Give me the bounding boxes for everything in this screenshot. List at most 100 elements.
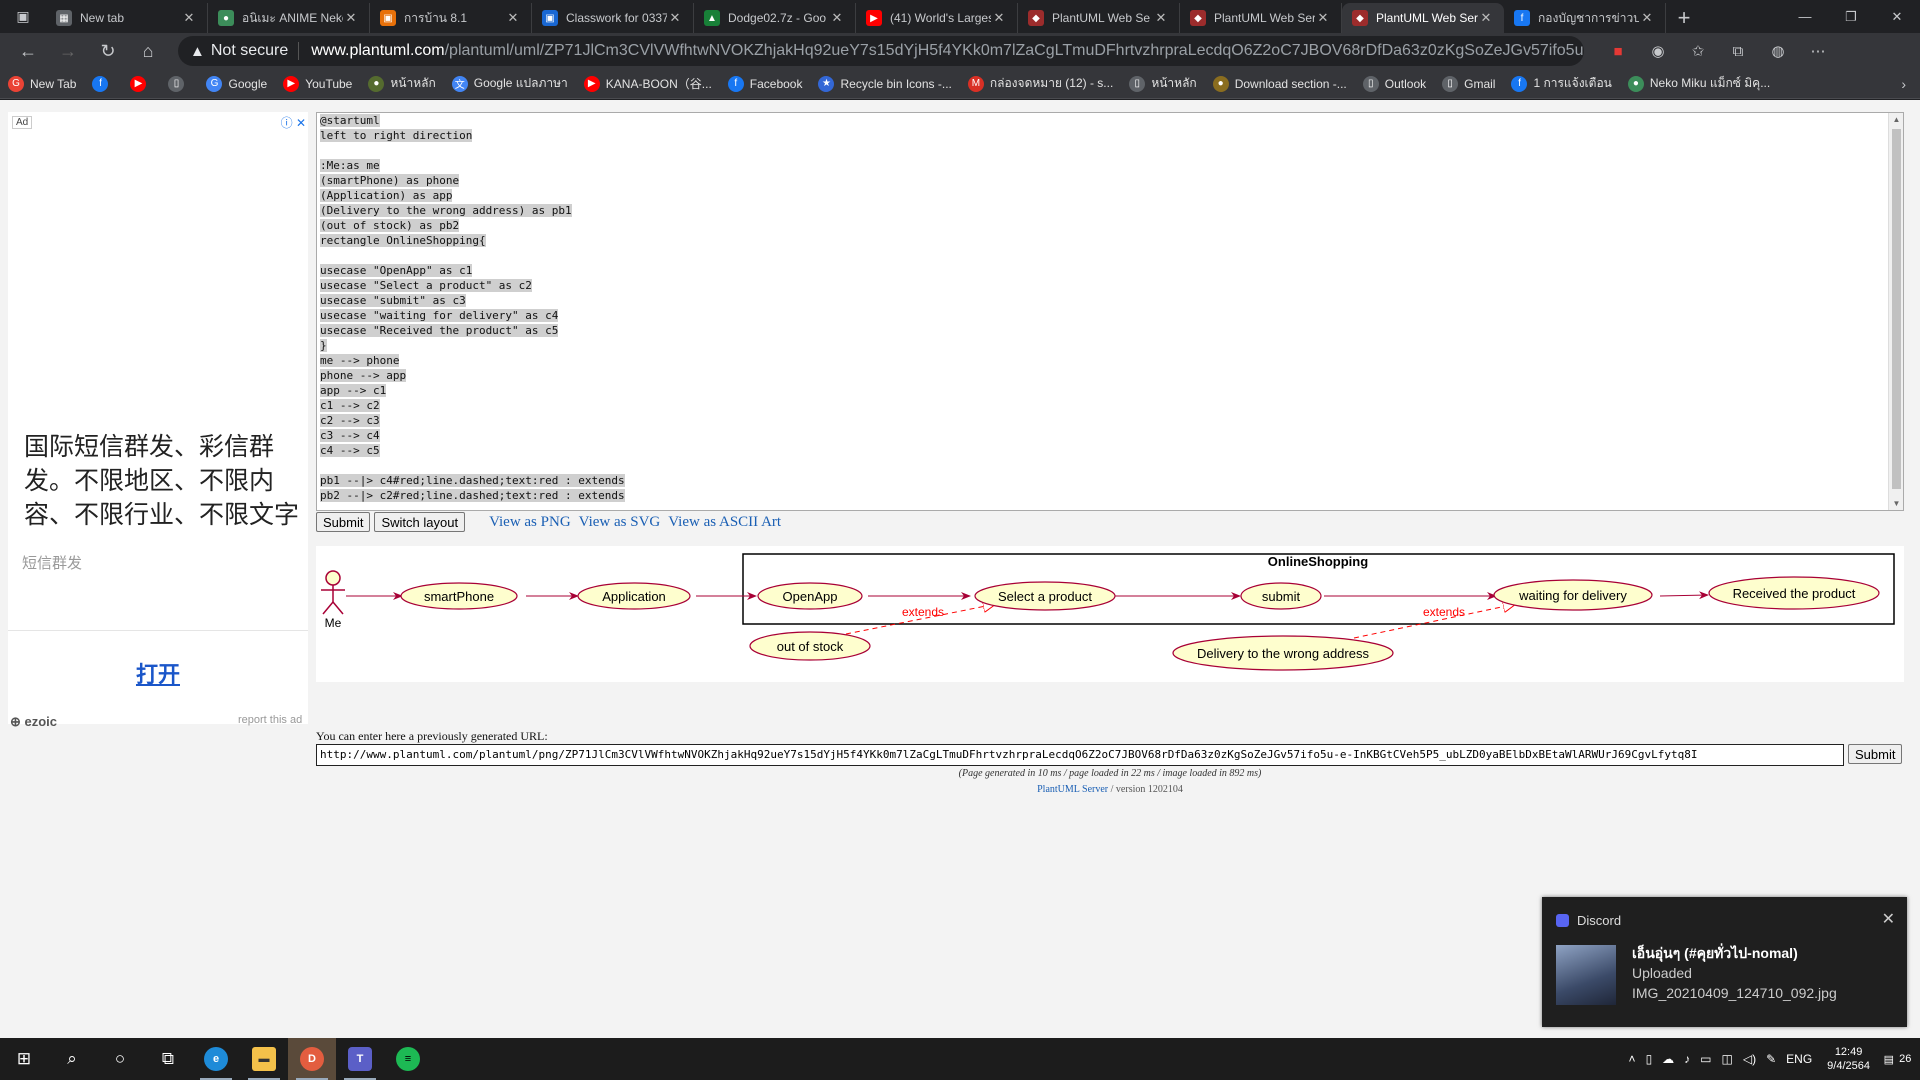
bookmark-item[interactable]: G Google xyxy=(206,75,267,92)
tab[interactable]: ▣ Classwork for 0337 ✕ xyxy=(532,3,694,33)
collections-icon[interactable]: ⧉ xyxy=(1718,42,1758,60)
profile-avatar[interactable]: ◍ xyxy=(1758,42,1798,60)
camera-icon[interactable]: ◉ xyxy=(1638,42,1678,60)
tab[interactable]: f กองบัญชาการข่าวปล ✕ xyxy=(1504,3,1666,33)
switch-layout-button[interactable]: Switch layout xyxy=(374,512,466,532)
new-tab-button[interactable]: + xyxy=(1666,3,1702,33)
plantuml-source-textarea[interactable]: @startuml left to right direction :Me:as … xyxy=(316,112,1904,511)
tab[interactable]: ● อนิเมะ ANIME Neko ✕ xyxy=(208,3,370,33)
chevron-right-icon[interactable]: › xyxy=(1901,76,1906,92)
bookmark-item[interactable]: ▶ KANA-BOON（谷... xyxy=(583,75,712,92)
tab-close-icon[interactable]: ✕ xyxy=(505,10,521,26)
teams-icon[interactable]: T xyxy=(336,1038,384,1080)
tab-close-icon[interactable]: ✕ xyxy=(829,10,845,26)
ad-close-icon[interactable]: ⓘ ✕ xyxy=(281,114,306,131)
language-indicator[interactable]: ENG xyxy=(1786,1052,1812,1066)
favorites-icon[interactable]: ✩ xyxy=(1678,42,1718,60)
search-icon[interactable]: ⌕ xyxy=(48,1038,96,1080)
more-menu-icon[interactable]: ⋯ xyxy=(1798,42,1838,60)
pen-icon[interactable]: ✎ xyxy=(1766,1052,1776,1066)
minimize-icon[interactable]: — xyxy=(1782,0,1828,33)
back-icon[interactable]: ← xyxy=(8,33,48,69)
edge-browser-icon[interactable]: e xyxy=(192,1038,240,1080)
view-ascii-link[interactable]: View as ASCII Art xyxy=(668,514,781,531)
submit-button[interactable]: Submit xyxy=(316,512,371,532)
task-view-icon[interactable]: ⧉ xyxy=(144,1038,192,1080)
tab[interactable]: ▶ (41) World's Larges ✕ xyxy=(856,3,1018,33)
tab-close-icon[interactable]: ✕ xyxy=(181,10,197,26)
scroll-down-icon[interactable]: ▼ xyxy=(1889,499,1903,508)
ad-open-button[interactable]: 打开 xyxy=(8,657,308,689)
home-icon[interactable]: ⌂ xyxy=(128,33,168,69)
onedrive-icon[interactable]: ☁ xyxy=(1662,1052,1674,1066)
tray-chevron-icon[interactable]: ˄ xyxy=(1629,1052,1636,1066)
advertisement[interactable]: Ad ⓘ ✕ 国际短信群发、彩信群发。不限地区、不限内容、不限行业、不限文字 短… xyxy=(8,112,308,724)
bookmark-item[interactable]: ▯ หน้าหลัก xyxy=(1129,74,1197,93)
bookmark-item[interactable]: ● Neko Miku แม็กซ์ มิคุ... xyxy=(1627,74,1770,93)
network-icon[interactable]: ◫ xyxy=(1722,1052,1733,1066)
bookmark-item[interactable]: ★ Recycle bin Icons -... xyxy=(818,75,952,92)
bookmark-item[interactable]: ● หน้าหลัก xyxy=(368,74,436,93)
tab-close-icon[interactable]: ✕ xyxy=(1153,10,1169,26)
previous-url-input[interactable]: http://www.plantuml.com/plantuml/png/ZP7… xyxy=(316,744,1844,766)
ezoic-logo[interactable]: ⊕ ezoic xyxy=(10,714,57,730)
tab-close-icon[interactable]: ✕ xyxy=(1478,10,1494,26)
view-png-link[interactable]: View as PNG xyxy=(489,514,571,531)
scrollbar-thumb[interactable] xyxy=(1892,129,1901,489)
bookmark-item[interactable]: f Facebook xyxy=(727,75,802,92)
tab-close-icon[interactable]: ✕ xyxy=(991,10,1007,26)
warning-icon[interactable]: ▲ xyxy=(190,43,205,60)
tab-close-icon[interactable]: ✕ xyxy=(343,10,359,26)
security-indicator[interactable]: Not secure xyxy=(211,42,300,60)
address-bar[interactable]: ▲ Not secure www.plantuml.com/plantuml/u… xyxy=(178,36,1584,66)
plantuml-server-link[interactable]: PlantUML Server xyxy=(1037,784,1108,795)
tab[interactable]: ◆ PlantUML Web Se ✕ xyxy=(1018,3,1180,33)
url-submit-button[interactable]: Submit xyxy=(1848,744,1903,764)
report-ad-link[interactable]: report this ad xyxy=(238,714,302,726)
editor-scrollbar[interactable]: ▲ ▼ xyxy=(1888,113,1903,510)
tab-actions-menu-icon[interactable]: ▣ xyxy=(0,0,46,33)
tab[interactable]: ◆ PlantUML Web Ser ✕ xyxy=(1342,3,1504,33)
bookmark-item[interactable]: ▶ YouTube xyxy=(283,75,352,92)
tab-close-icon[interactable]: ✕ xyxy=(1315,10,1331,26)
forward-icon[interactable]: → xyxy=(48,33,88,69)
bookmark-item[interactable]: G New Tab xyxy=(8,75,76,92)
file-explorer-icon[interactable]: ▬ xyxy=(240,1038,288,1080)
bookmark-item[interactable]: ● Download section -... xyxy=(1212,75,1347,92)
extension-icon[interactable]: ■ xyxy=(1598,42,1638,60)
bookmark-item[interactable]: ▯ Outlook xyxy=(1362,75,1426,92)
action-center-icon[interactable]: ▤ 26 xyxy=(1880,1038,1920,1080)
close-window-icon[interactable]: ✕ xyxy=(1874,0,1920,33)
bookmark-item[interactable]: f xyxy=(92,75,114,92)
notification-close-icon[interactable]: ✕ xyxy=(1882,909,1895,929)
spotify-icon[interactable]: ≡ xyxy=(384,1038,432,1080)
battery-icon[interactable]: ▭ xyxy=(1700,1052,1711,1066)
tab[interactable]: ▲ Dodge02.7z - Goo ✕ xyxy=(694,3,856,33)
bookmark-item[interactable]: M กล่องจดหมาย (12) - s... xyxy=(967,74,1113,93)
microphone-icon[interactable]: ♪ xyxy=(1684,1052,1690,1066)
discord-notification[interactable]: Discord ✕ เอ็นอุ่นๆ (#คุยทั่วไป-nomal) U… xyxy=(1542,897,1907,1027)
start-icon[interactable]: ⊞ xyxy=(0,1038,48,1080)
tab-close-icon[interactable]: ✕ xyxy=(667,10,683,26)
clock[interactable]: 12:49 9/4/2564 xyxy=(1827,1045,1870,1073)
tab[interactable]: ▦ New tab ✕ xyxy=(46,3,208,33)
notification-app: Discord xyxy=(1556,913,1621,928)
ad-subtitle[interactable]: 短信群发 xyxy=(22,552,82,573)
bookmark-item[interactable]: ▯ Gmail xyxy=(1442,75,1495,92)
tray-phone-icon[interactable]: ▯ xyxy=(1646,1052,1653,1066)
tab[interactable]: ◆ PlantUML Web Ser ✕ xyxy=(1180,3,1342,33)
bookmark-item[interactable]: ▶ xyxy=(130,75,152,92)
discord-taskbar-icon[interactable]: D xyxy=(288,1038,336,1080)
bookmark-item[interactable]: f 1 การแจ้งเตือน xyxy=(1511,74,1612,93)
reload-icon[interactable]: ↻ xyxy=(88,33,128,69)
volume-icon[interactable]: ◁) xyxy=(1743,1052,1756,1066)
tab[interactable]: ▣ การบ้าน 8.1 ✕ xyxy=(370,3,532,33)
view-svg-link[interactable]: View as SVG xyxy=(579,514,661,531)
scroll-up-icon[interactable]: ▲ xyxy=(1889,115,1903,124)
tab-close-icon[interactable]: ✕ xyxy=(1639,10,1655,26)
bookmark-item[interactable]: ▯ xyxy=(168,75,190,92)
bookmark-item[interactable]: 文 Google แปลภาษา xyxy=(451,74,568,93)
ad-text[interactable]: 国际短信群发、彩信群发。不限地区、不限内容、不限行业、不限文字 xyxy=(24,430,302,532)
cortana-icon[interactable]: ○ xyxy=(96,1038,144,1080)
restore-icon[interactable]: ❐ xyxy=(1828,0,1874,33)
